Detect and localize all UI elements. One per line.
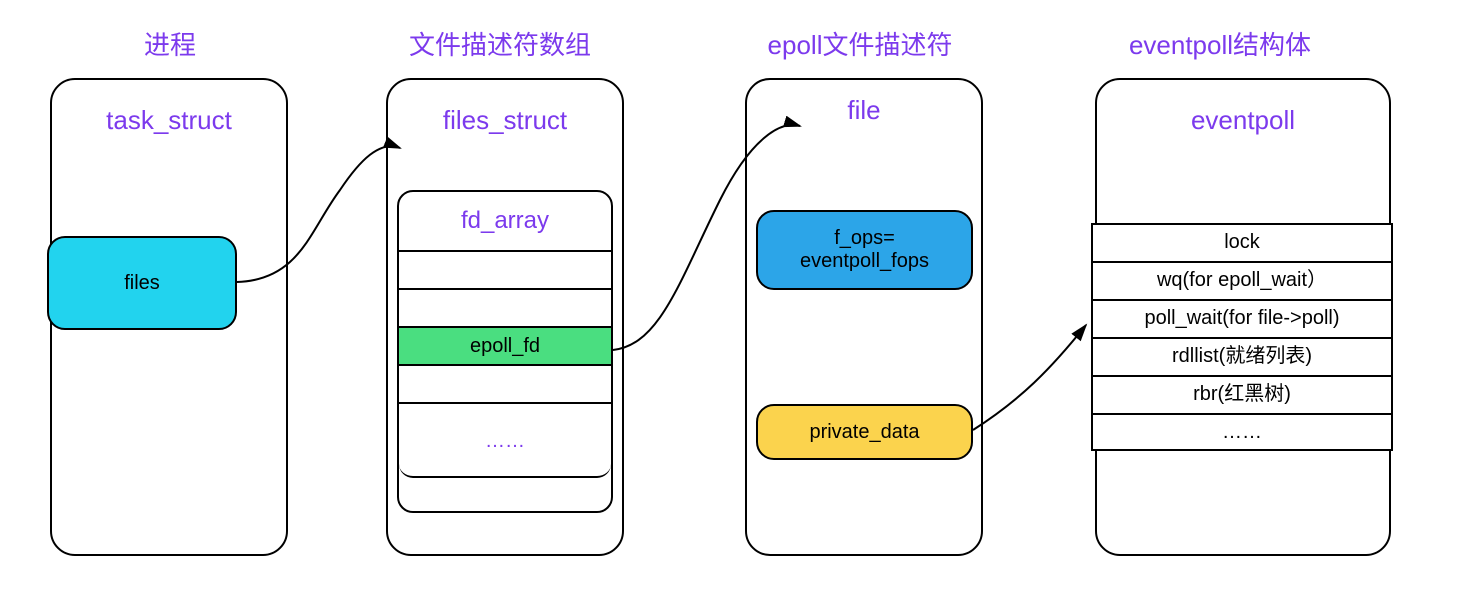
- file-box: file: [745, 78, 983, 556]
- field-wq: wq(for epoll_wait）: [1091, 261, 1393, 299]
- files-pill: files: [47, 236, 237, 330]
- fd-array-header: fd_array: [399, 192, 611, 245]
- title-fd-array: 文件描述符数组: [370, 25, 630, 62]
- title-epoll-fd: epoll文件描述符: [730, 25, 990, 62]
- fd-row-1: [399, 288, 611, 326]
- field-more: ……: [1091, 413, 1393, 451]
- files-label: files: [124, 272, 160, 295]
- fd-row-3: [399, 364, 611, 402]
- diagram-canvas: 进程 文件描述符数组 epoll文件描述符 eventpoll结构体 task_…: [0, 0, 1470, 614]
- private-data-label: private_data: [809, 421, 919, 444]
- private-data-pill: private_data: [756, 404, 973, 460]
- fd-array-box: fd_array epoll_fd ……: [397, 190, 613, 513]
- field-rbr: rbr(红黑树): [1091, 375, 1393, 413]
- task-struct-header: task_struct: [52, 80, 286, 161]
- fops-label: f_ops= eventpoll_fops: [800, 227, 929, 273]
- eventpoll-header: eventpoll: [1097, 80, 1389, 161]
- arrow-private-to-eventpoll: [973, 325, 1086, 430]
- field-pollwait: poll_wait(for file->poll): [1091, 299, 1393, 337]
- field-rdllist: rdllist(就绪列表): [1091, 337, 1393, 375]
- file-header: file: [747, 80, 981, 151]
- fops-pill: f_ops= eventpoll_fops: [756, 210, 973, 290]
- fd-row-more: ……: [399, 402, 611, 478]
- title-eventpoll: eventpoll结构体: [1085, 25, 1355, 62]
- fd-row-0: [399, 250, 611, 288]
- title-process: 进程: [70, 25, 270, 62]
- field-lock: lock: [1091, 223, 1393, 261]
- fd-row-epoll: epoll_fd: [399, 326, 611, 364]
- eventpoll-fields: lock wq(for epoll_wait） poll_wait(for fi…: [1091, 223, 1393, 451]
- files-struct-header: files_struct: [388, 80, 622, 161]
